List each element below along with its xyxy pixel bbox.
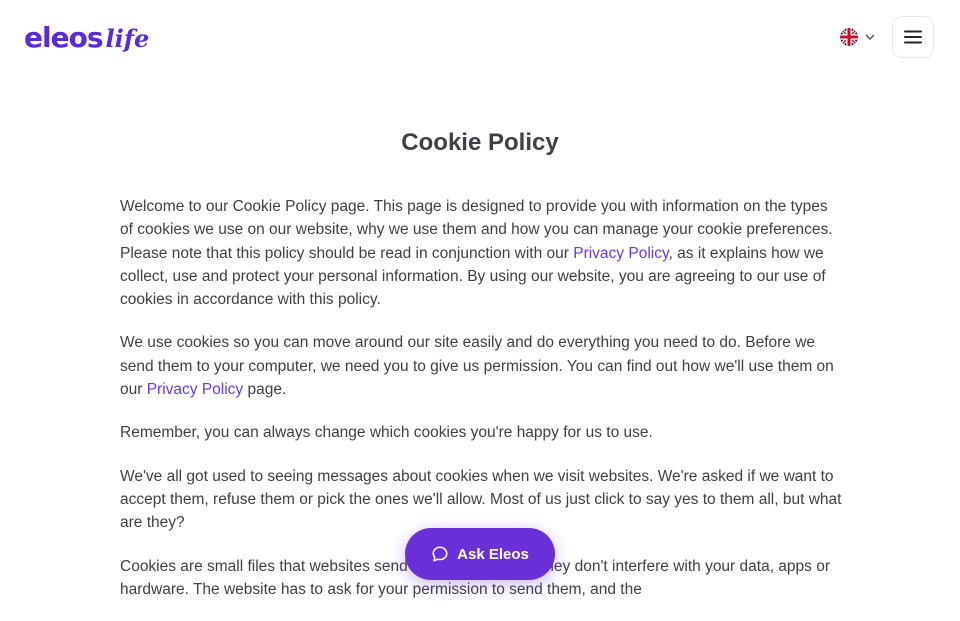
uk-flag-icon [840,28,858,46]
site-header: eleos life [0,0,960,78]
paragraph-text: page. [243,381,287,399]
menu-button[interactable] [892,16,934,58]
logo-wordmark: eleos [24,21,103,54]
chevron-down-icon [865,34,875,40]
privacy-policy-link[interactable]: Privacy Policy [147,381,243,398]
ask-eleos-button[interactable]: Ask Eleos [405,528,555,580]
paragraph-reminder: Remember, you can always change which co… [120,424,653,442]
hamburger-menu-icon [904,30,922,44]
eleos-life-logo[interactable]: eleos life [24,20,149,60]
privacy-policy-link[interactable]: Privacy Policy [573,245,668,262]
logo-subword: life [105,24,150,53]
ask-eleos-label: Ask Eleos [457,545,529,563]
chat-bubble-icon [432,546,448,562]
paragraph-permission: We use cookies so you can move around ou… [120,331,844,401]
language-selector[interactable] [840,28,876,46]
paragraph-intro: Welcome to our Cookie Policy page. This … [120,195,844,311]
paragraph-messages: We've all got used to seeing messages ab… [120,467,842,532]
page-title: Cookie Policy [401,129,559,156]
